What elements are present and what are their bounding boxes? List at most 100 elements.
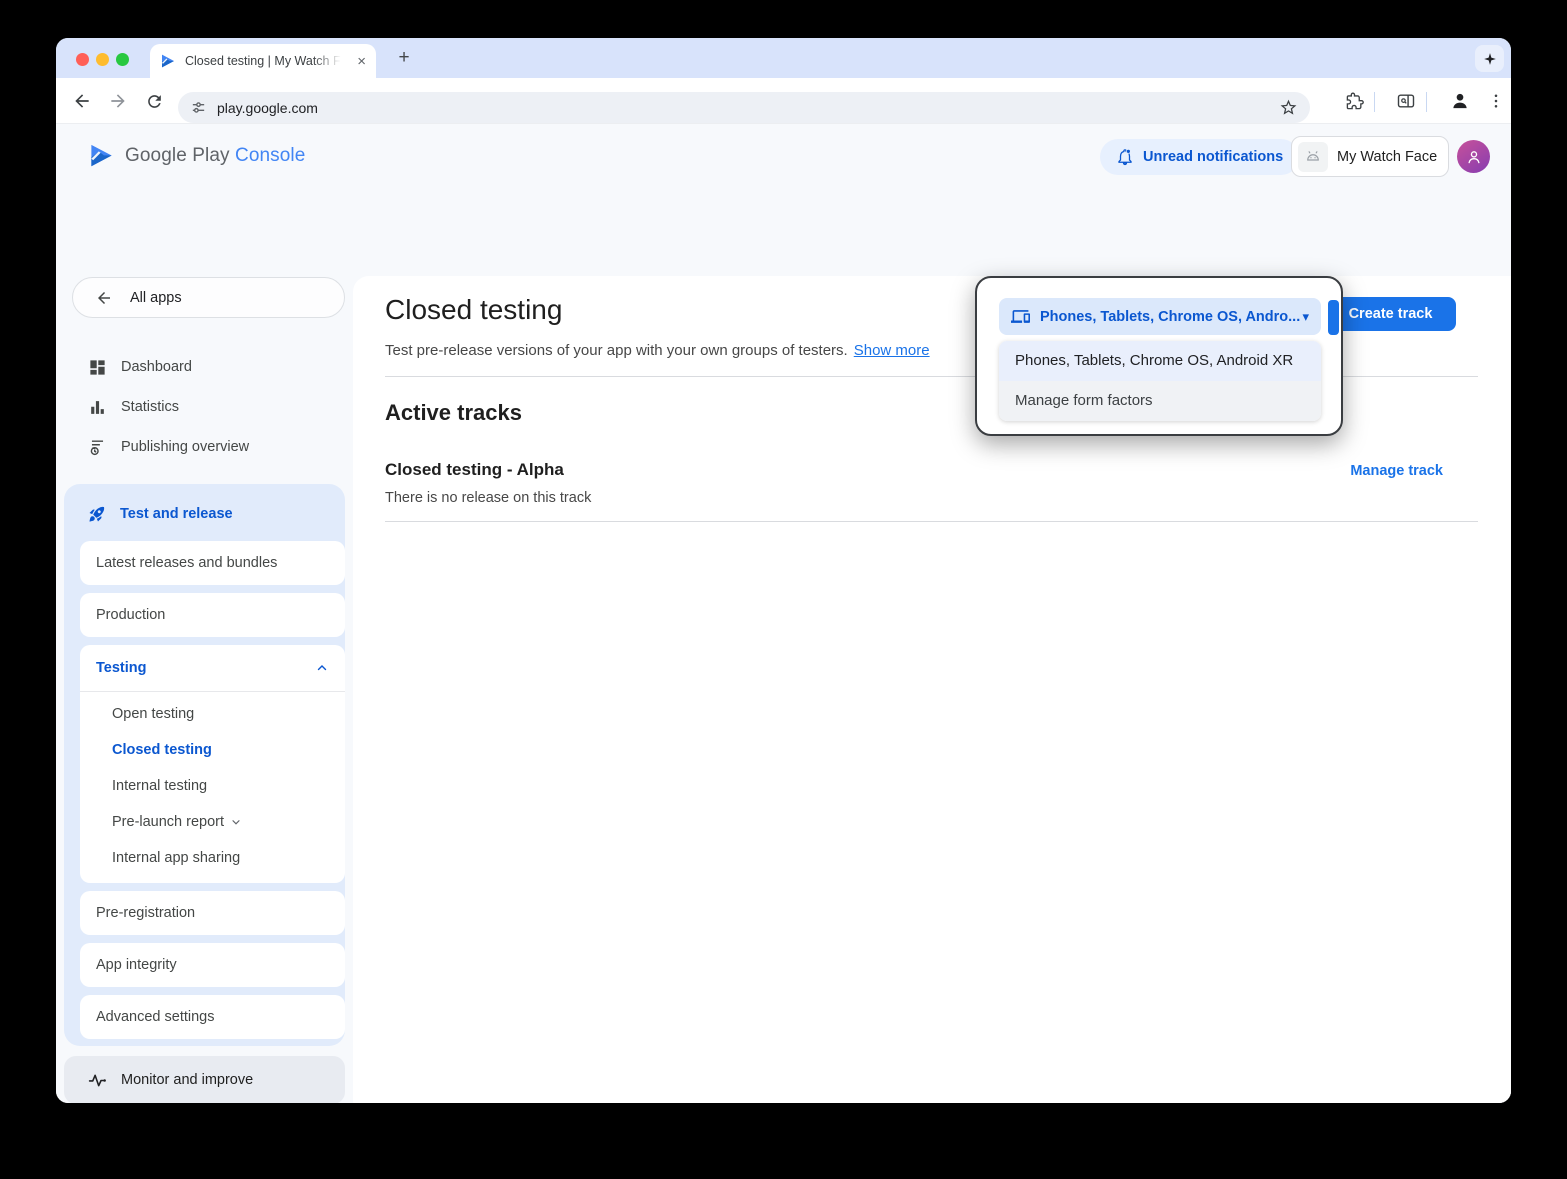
play-console-logo[interactable]: Google Play Console <box>88 142 305 169</box>
page-title: Closed testing <box>385 294 562 326</box>
sidebar-item-test-and-release[interactable]: Test and release <box>64 496 345 532</box>
menu-item-phones-tablets[interactable]: Phones, Tablets, Chrome OS, Android XR <box>999 341 1321 381</box>
bookmark-star-icon[interactable] <box>1279 98 1298 117</box>
back-arrow-icon <box>95 289 113 307</box>
sidebar-item-internal-testing[interactable]: Internal testing <box>80 768 345 804</box>
chevron-down-icon <box>230 816 242 828</box>
publishing-overview-icon <box>88 438 107 457</box>
sidebar-item-label: Advanced settings <box>96 1009 215 1025</box>
sidebar-item-internal-app-sharing[interactable]: Internal app sharing <box>80 840 345 876</box>
screenshot-stage: Closed testing | My Watch Fac × + play.g… <box>0 0 1567 1179</box>
form-factor-select-label: Phones, Tablets, Chrome OS, Andro... <box>1040 309 1300 325</box>
unread-notifications-label: Unread notifications <box>1143 149 1283 165</box>
all-apps-label: All apps <box>130 290 182 306</box>
side-panel-button[interactable] <box>1394 89 1418 113</box>
rocket-icon <box>88 505 106 523</box>
sidebar-item-label: Statistics <box>121 399 179 415</box>
sidebar-item-latest-releases[interactable]: Latest releases and bundles <box>80 541 345 585</box>
play-console-favicon <box>160 53 176 69</box>
monitor-pulse-icon <box>88 1071 107 1090</box>
sidebar-item-publishing-overview[interactable]: Publishing overview <box>72 427 345 467</box>
sidebar-item-label: Internal testing <box>112 778 207 794</box>
forward-button[interactable] <box>106 89 130 113</box>
sidebar-item-statistics[interactable]: Statistics <box>72 387 345 427</box>
form-factor-menu: Phones, Tablets, Chrome OS, Android XR M… <box>999 341 1321 421</box>
chevron-up-icon <box>315 661 329 675</box>
sparkle-icon <box>1483 52 1497 66</box>
manage-track-link[interactable]: Manage track <box>1350 463 1443 479</box>
reload-button[interactable] <box>142 89 166 113</box>
sidebar-item-label: Monitor and improve <box>121 1072 253 1088</box>
toolbar-separator-2 <box>1426 92 1427 112</box>
app-switcher-button[interactable]: My Watch Face <box>1291 136 1449 177</box>
sidebar-item-label: Testing <box>96 660 146 676</box>
tab-close-icon[interactable]: × <box>357 54 366 69</box>
form-factor-overlay: Phones, Tablets, Chrome OS, Andro... ▾ P… <box>975 276 1343 436</box>
sidebar-testing-card: Testing Open testing Closed testing Inte… <box>80 645 345 883</box>
minimize-window-button[interactable] <box>96 53 109 66</box>
side-panel-search-icon <box>1396 91 1416 111</box>
form-factor-select[interactable]: Phones, Tablets, Chrome OS, Andro... ▾ <box>999 298 1321 335</box>
back-button[interactable] <box>70 89 94 113</box>
devices-icon <box>1011 307 1030 326</box>
sidebar-item-label: Publishing overview <box>121 439 249 455</box>
google-play-logo-icon <box>88 142 115 169</box>
logo-text-console: Console <box>235 145 305 166</box>
browser-tab[interactable]: Closed testing | My Watch Fac × <box>150 44 376 78</box>
dashboard-icon <box>88 358 107 377</box>
current-app-name: My Watch Face <box>1337 149 1437 165</box>
reload-icon <box>145 92 164 111</box>
sidebar-item-label: Closed testing <box>112 742 212 758</box>
url-text: play.google.com <box>217 100 318 116</box>
sidebar-item-label: Dashboard <box>121 359 192 375</box>
site-settings-icon[interactable] <box>190 99 207 116</box>
back-arrow-icon <box>72 91 92 111</box>
logo-text-google-play: Google Play <box>125 145 230 166</box>
browser-window: Closed testing | My Watch Fac × + play.g… <box>56 38 1511 1103</box>
address-bar[interactable]: play.google.com <box>178 92 1310 123</box>
extensions-button[interactable] <box>1342 89 1366 113</box>
profile-button[interactable] <box>1448 89 1472 113</box>
sidebar-item-pre-registration[interactable]: Pre-registration <box>80 891 345 935</box>
dropdown-caret-icon: ▾ <box>1302 309 1309 325</box>
create-track-button[interactable]: Create track <box>1325 297 1456 331</box>
sidebar-item-label: App integrity <box>96 957 177 973</box>
tab-strip: Closed testing | My Watch Fac × + <box>56 38 1511 78</box>
new-tab-button[interactable]: + <box>392 46 416 70</box>
sidebar-item-production[interactable]: Production <box>80 593 345 637</box>
sidebar-item-label: Internal app sharing <box>112 850 240 866</box>
create-track-button-fragment <box>1328 300 1339 335</box>
sidebar-item-label: Test and release <box>120 506 233 522</box>
sidebar-item-open-testing[interactable]: Open testing <box>80 696 345 732</box>
sidebar-item-dashboard[interactable]: Dashboard <box>72 347 345 387</box>
avatar-person-icon <box>1465 148 1483 166</box>
show-more-link[interactable]: Show more <box>854 342 930 359</box>
description-text: Test pre-release versions of your app wi… <box>385 342 848 359</box>
menu-item-manage-form-factors[interactable]: Manage form factors <box>999 381 1321 421</box>
sidebar-item-testing[interactable]: Testing <box>80 645 345 691</box>
sidebar-item-pre-launch-report[interactable]: Pre-launch report <box>80 804 345 840</box>
sidebar-item-label: Latest releases and bundles <box>96 555 277 571</box>
sparkle-button[interactable] <box>1475 45 1504 72</box>
zoom-window-button[interactable] <box>116 53 129 66</box>
app-icon-placeholder <box>1298 142 1328 172</box>
sidebar-item-label: Pre-registration <box>96 905 195 921</box>
track-status: There is no release on this track <box>385 490 591 506</box>
sidebar-item-advanced-settings[interactable]: Advanced settings <box>80 995 345 1039</box>
sidebar-item-app-integrity[interactable]: App integrity <box>80 943 345 987</box>
sidebar-item-closed-testing[interactable]: Closed testing <box>80 732 345 768</box>
account-avatar[interactable] <box>1457 140 1490 173</box>
toolbar-separator <box>1374 92 1375 112</box>
unread-notifications-button[interactable]: Unread notifications <box>1100 139 1299 175</box>
track-name: Closed testing - Alpha <box>385 460 564 480</box>
puzzle-icon <box>1345 92 1364 111</box>
tab-title: Closed testing | My Watch Fac <box>185 54 341 68</box>
sidebar-item-monitor-and-improve[interactable]: Monitor and improve <box>64 1056 345 1103</box>
statistics-icon <box>88 398 107 417</box>
close-window-button[interactable] <box>76 53 89 66</box>
sidebar-item-label: Production <box>96 607 165 623</box>
all-apps-button[interactable]: All apps <box>72 277 345 318</box>
browser-menu-button[interactable] <box>1484 89 1508 113</box>
sidebar-item-label: Open testing <box>112 706 194 722</box>
kebab-menu-icon <box>1487 92 1505 110</box>
